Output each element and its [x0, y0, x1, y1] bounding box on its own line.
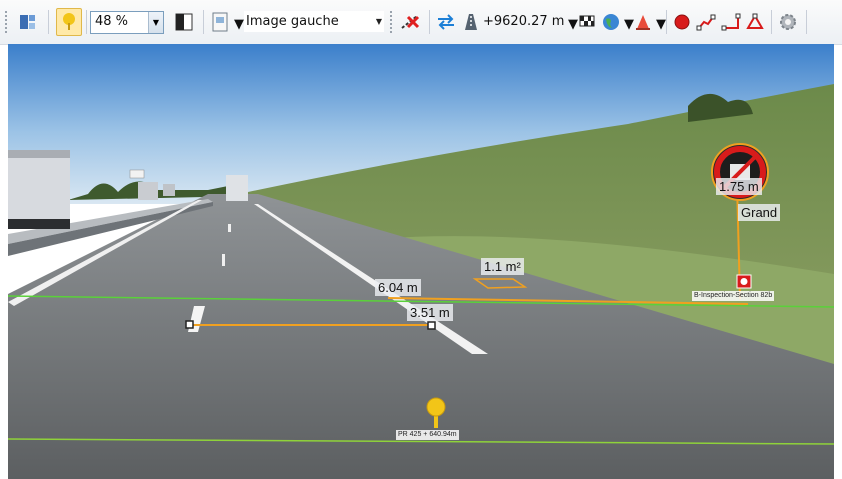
polyline-icon[interactable] [695, 6, 717, 38]
toolbar-grip[interactable] [5, 11, 7, 33]
sign-size-label[interactable]: Grand [738, 204, 781, 221]
chevron-down-icon[interactable]: ▼ [148, 12, 163, 33]
inspection-label[interactable]: B-Inspection-Section 82b [692, 291, 775, 301]
distance-value: +9620.27 m [483, 14, 565, 29]
brightness-icon[interactable] [172, 6, 196, 38]
zoom-select[interactable]: 48 % ▼ [90, 11, 164, 34]
angle-icon[interactable] [720, 6, 742, 38]
image-select-value: Image gauche [246, 14, 339, 29]
image-menu-dropdown-icon[interactable]: ▼ [234, 17, 244, 32]
toolbar-grip[interactable] [390, 11, 392, 33]
street-view-image[interactable]: 6.04 m 3.51 m 1.1 m² 1.75 m Grand B-Insp… [8, 44, 834, 479]
road-distance-icon[interactable] [459, 6, 481, 38]
measure-label-3m[interactable]: 3.51 m [407, 304, 453, 321]
measure-label-6m[interactable]: 6.04 m [375, 279, 421, 296]
record-icon[interactable] [671, 6, 693, 38]
image-select[interactable]: Image gauche ▼ [244, 11, 384, 32]
globe-icon[interactable] [600, 6, 622, 38]
checkered-flag-icon[interactable] [576, 6, 598, 38]
cone-icon[interactable] [632, 6, 654, 38]
chevron-down-icon[interactable]: ▼ [656, 17, 666, 32]
toolbar: 48 % ▼ ▼ Image gauche ▼ +9620.27 m ▼ ▼ ▼ [0, 0, 842, 45]
sign-height-label[interactable]: 1.75 m [716, 178, 762, 195]
pin-label[interactable]: PR 425 + 640.94m [396, 430, 459, 440]
remove-measure-icon[interactable] [397, 6, 423, 38]
area-label[interactable]: 1.1 m² [481, 258, 524, 275]
pin-tool-icon[interactable] [56, 8, 82, 36]
image-settings-icon[interactable] [208, 6, 232, 38]
swap-direction-icon[interactable] [434, 6, 458, 38]
zoom-value: 48 % [95, 14, 129, 29]
layout-icon[interactable] [16, 6, 40, 38]
road-scene [8, 44, 834, 479]
settings-icon[interactable] [776, 6, 800, 38]
chevron-down-icon[interactable]: ▼ [376, 17, 382, 26]
triangle-icon[interactable] [744, 6, 766, 38]
